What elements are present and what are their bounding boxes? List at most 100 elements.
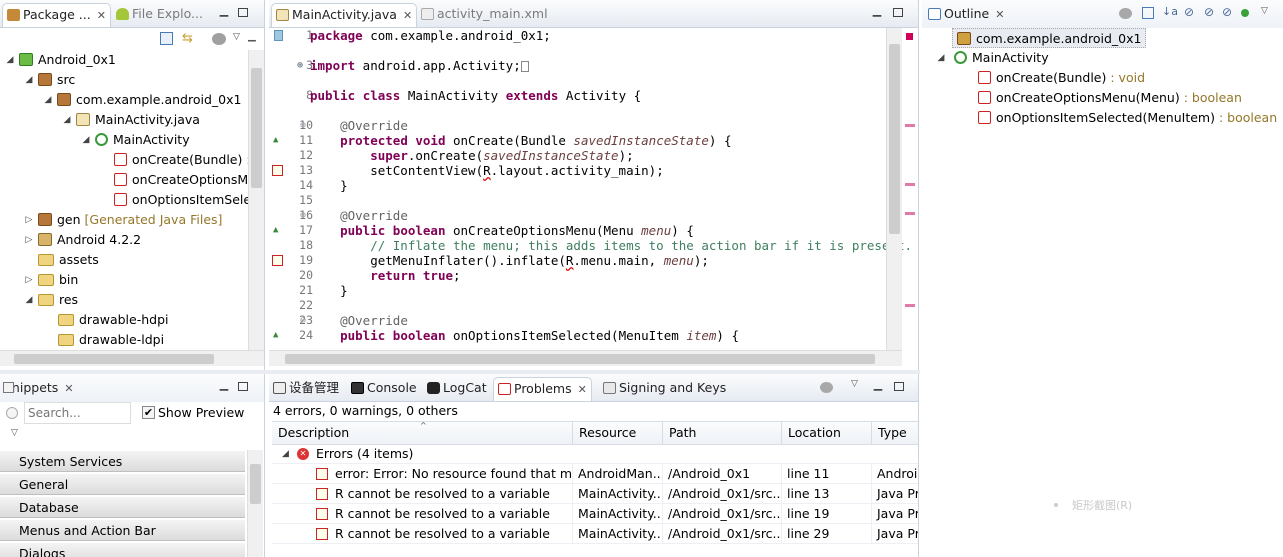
tree-item-folder[interactable]: drawable-ldpi [58, 330, 164, 350]
fold-minus-icon[interactable]: ⊖ [300, 208, 306, 223]
outline-package[interactable]: com.example.android_0x1 [952, 28, 1147, 48]
snippet-category[interactable]: Dialogs [0, 542, 245, 557]
tree-item-res[interactable]: ◢ res [24, 290, 79, 310]
tab-package-explorer[interactable]: Package ... ✕ [2, 3, 111, 27]
collapse-all-icon[interactable] [160, 32, 173, 45]
sort-icon[interactable]: ↓a [1162, 5, 1178, 18]
error-mark[interactable] [905, 124, 915, 127]
vertical-scrollbar[interactable] [248, 50, 264, 350]
tab-problems[interactable]: Problems ✕ [493, 377, 592, 401]
error-summary-icon[interactable] [906, 33, 913, 40]
snippet-category[interactable]: Menus and Action Bar [0, 519, 245, 541]
outline-method[interactable]: onCreateOptionsMenu(Menu) : boolean [978, 88, 1242, 108]
column-header-type[interactable]: Type [872, 422, 918, 444]
column-header-location[interactable]: Location [782, 422, 872, 444]
scrollbar-thumb[interactable] [889, 44, 900, 234]
tree-item-gen[interactable]: ▷ gen [Generated Java Files] [24, 210, 223, 230]
chevron-down-icon[interactable]: ▽ [1261, 6, 1268, 16]
show-preview-checkbox[interactable]: ✔ [142, 406, 155, 419]
maximize-icon[interactable] [238, 8, 248, 17]
expand-arrow-icon[interactable]: ◢ [24, 290, 34, 310]
close-icon[interactable]: ✕ [97, 5, 106, 27]
fold-minus-icon[interactable]: ⊖ [300, 313, 306, 328]
tab-logcat[interactable]: LogCat [423, 377, 491, 401]
maximize-icon[interactable] [894, 382, 904, 391]
maximize-icon[interactable] [238, 382, 248, 391]
tree-item-src[interactable]: ◢ src [24, 70, 76, 90]
expand-arrow-icon[interactable]: ◢ [43, 90, 53, 110]
close-icon[interactable]: ✕ [64, 378, 73, 400]
error-group-row[interactable]: ◢ ✕ Errors (4 items) [272, 444, 918, 464]
tree-item-bin[interactable]: ▷ bin [24, 270, 79, 290]
scrollbar-thumb[interactable] [14, 354, 214, 364]
expand-arrow-icon[interactable]: ▷ [24, 270, 34, 290]
table-row[interactable]: R cannot be resolved to a variable MainA… [272, 524, 918, 544]
snippet-category[interactable]: Database [0, 496, 245, 518]
hide-static-icon[interactable]: ⊘ [1204, 5, 1214, 19]
tree-item-method[interactable]: onCreateOptionsM [114, 170, 248, 190]
expand-arrow-icon[interactable]: ◢ [282, 444, 289, 464]
table-row[interactable]: R cannot be resolved to a variable MainA… [272, 484, 918, 504]
view-menu-icon[interactable] [820, 382, 833, 393]
chevron-down-icon[interactable]: ▽ [233, 32, 240, 42]
expand-arrow-icon[interactable]: ▷ [24, 230, 34, 250]
expand-arrow-icon[interactable]: ◢ [5, 50, 15, 70]
tab-signing-keys[interactable]: Signing and Keys [599, 377, 730, 401]
collapse-all-icon[interactable] [1142, 7, 1154, 19]
view-menu-icon[interactable] [212, 33, 226, 45]
tab-main-activity[interactable]: MainActivity.java ✕ [271, 3, 418, 27]
outline-method[interactable]: onOptionsItemSelected(MenuItem) : boolea… [978, 108, 1277, 128]
hide-local-types-icon[interactable]: ⊘ [1222, 5, 1232, 19]
expand-arrow-icon[interactable]: ◢ [62, 110, 72, 130]
tree-item-library[interactable]: ▷ Android 4.2.2 [24, 230, 142, 250]
chevron-down-icon[interactable]: ▽ [851, 379, 858, 389]
vertical-scrollbar[interactable] [247, 450, 263, 557]
column-header-description[interactable]: Description ^ [272, 421, 573, 444]
tree-item-folder[interactable]: drawable-hdpi [58, 310, 169, 330]
scrollbar-thumb[interactable] [285, 354, 875, 364]
horizontal-scrollbar[interactable] [0, 350, 264, 366]
minimize-icon[interactable]: ▁ [248, 31, 256, 42]
error-mark[interactable] [905, 212, 915, 215]
fold-minus-icon[interactable]: ⊖ [300, 118, 306, 133]
close-icon[interactable]: ✕ [578, 379, 587, 401]
outline-class[interactable]: ◢ MainActivity [936, 48, 1049, 68]
tab-console[interactable]: Console [347, 377, 421, 401]
close-icon[interactable]: ✕ [403, 5, 412, 27]
tree-item-assets[interactable]: assets [38, 250, 99, 270]
tab-activity-main-xml[interactable]: activity_main.xml [417, 3, 552, 27]
link-with-editor-icon[interactable]: ⇆ [182, 32, 196, 45]
tree-item-method[interactable]: onCreate(Bundle) : [114, 150, 251, 170]
error-mark[interactable] [905, 183, 915, 186]
minimize-icon[interactable]: ▁ [218, 379, 230, 392]
minimize-icon[interactable]: ▁ [872, 379, 884, 392]
horizontal-scrollbar[interactable] [269, 350, 902, 366]
tree-item-project[interactable]: ◢ Android_0x1 [5, 50, 116, 70]
tab-device-manager[interactable]: 设备管理 [269, 377, 343, 401]
hide-non-public-icon[interactable] [1119, 8, 1132, 19]
sash-horizontal[interactable] [0, 370, 920, 374]
table-row[interactable]: error: Error: No resource found that mat… [272, 464, 918, 484]
column-header-resource[interactable]: Resource [573, 422, 663, 444]
expand-arrow-icon[interactable]: ◢ [936, 48, 946, 68]
maximize-icon[interactable] [893, 8, 903, 17]
code-editor[interactable]: 1 package com.example.android_0x1; 3 ⊕ impo… [269, 28, 912, 370]
minimize-icon[interactable]: ▁ [218, 5, 230, 18]
minimize-icon[interactable]: ▁ [871, 5, 883, 18]
scrollbar-thumb[interactable] [250, 464, 261, 504]
error-mark[interactable] [905, 304, 915, 307]
snippet-category[interactable]: System Services [0, 450, 245, 472]
expand-arrow-icon[interactable]: ◢ [24, 70, 34, 90]
scrollbar-thumb[interactable] [251, 68, 262, 188]
tab-file-explorer[interactable]: File Explo... [112, 3, 207, 27]
vertical-scrollbar[interactable] [886, 28, 902, 350]
snippet-category[interactable]: General [0, 473, 245, 495]
tree-item-class[interactable]: ◢ MainActivity [81, 130, 190, 150]
tree-item-package[interactable]: ◢ com.example.android_0x1 [43, 90, 242, 110]
expand-arrow-icon[interactable]: ◢ [81, 130, 91, 150]
hide-fields-icon[interactable]: ⊘ [1184, 5, 1194, 19]
tab-outline[interactable]: Outline ✕ [924, 3, 1008, 27]
column-header-path[interactable]: Path [663, 422, 782, 444]
fold-plus-icon[interactable]: ⊕ [297, 58, 303, 73]
search-input[interactable] [24, 402, 131, 424]
